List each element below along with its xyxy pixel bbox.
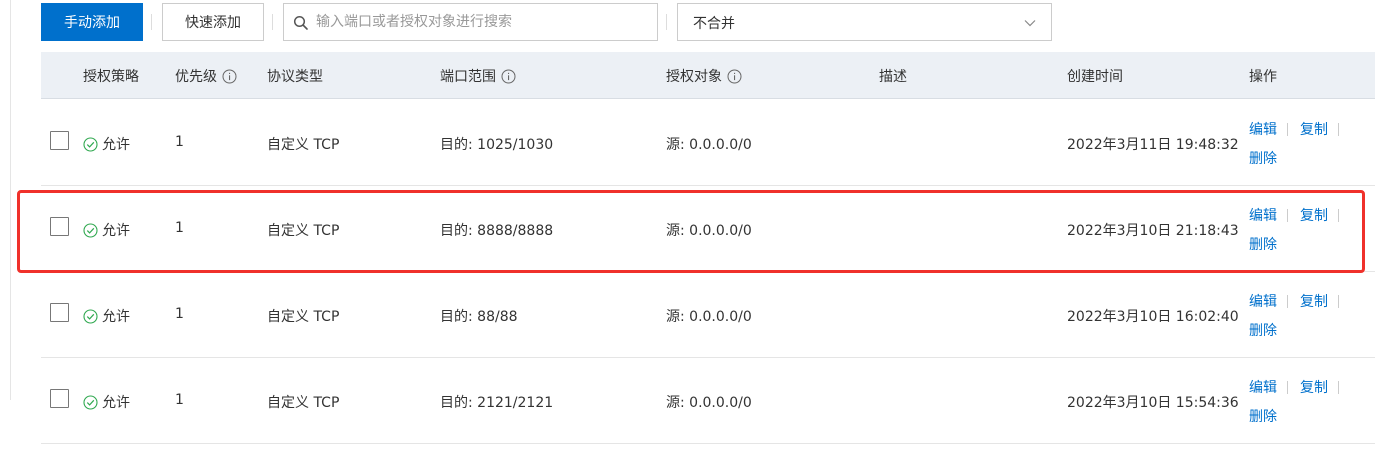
- search-input[interactable]: [316, 4, 646, 40]
- action-separator: [1287, 380, 1288, 394]
- auth-object-cell: 源: 0.0.0.0/0: [666, 309, 752, 325]
- edit-link[interactable]: 编辑: [1249, 119, 1277, 139]
- protocol-cell: 自定义 TCP: [267, 309, 340, 325]
- info-icon[interactable]: [222, 69, 237, 84]
- policy-cell: 允许: [83, 220, 130, 240]
- action-separator: [1287, 208, 1288, 222]
- column-header-auth-object: 授权对象: [666, 66, 742, 86]
- auth-object-cell: 源: 0.0.0.0/0: [666, 395, 752, 411]
- column-header-actions: 操作: [1249, 69, 1277, 85]
- table-row: 允许 1 自定义 TCP 目的: 2121/2121 源: 0.0.0.0/0 …: [41, 358, 1375, 444]
- delete-link[interactable]: 删除: [1249, 237, 1277, 253]
- check-circle-icon: [83, 136, 98, 152]
- check-circle-icon: [83, 222, 98, 238]
- search-icon: [293, 15, 308, 30]
- action-separator: [1287, 294, 1288, 308]
- chevron-down-icon: [1024, 20, 1036, 27]
- merge-select[interactable]: 不合并: [677, 3, 1052, 41]
- protocol-cell: 自定义 TCP: [267, 137, 340, 153]
- port-range-cell: 目的: 2121/2121: [440, 395, 554, 411]
- column-header-policy: 授权策略: [83, 69, 139, 85]
- delete-link[interactable]: 删除: [1249, 409, 1277, 425]
- copy-link[interactable]: 复制: [1300, 119, 1328, 139]
- info-icon[interactable]: [501, 69, 516, 84]
- port-range-cell: 目的: 8888/8888: [440, 223, 554, 239]
- column-header-created-time: 创建时间: [1067, 69, 1123, 85]
- column-header-port-range: 端口范围: [440, 66, 516, 86]
- edit-link[interactable]: 编辑: [1249, 377, 1277, 397]
- table-header: 授权策略 优先级 协议类型 端口范围 授权对象 描述 创建时间 操作: [41, 52, 1375, 99]
- row-checkbox[interactable]: [50, 389, 69, 408]
- row-checkbox[interactable]: [50, 217, 69, 236]
- policy-cell: 允许: [83, 306, 130, 326]
- action-separator: [1338, 122, 1339, 136]
- info-icon[interactable]: [727, 69, 742, 84]
- action-separator: [1338, 208, 1339, 222]
- created-time-cell: 2022年3月11日 19:48:32: [1067, 137, 1239, 153]
- toolbar-separator: [272, 14, 273, 30]
- row-actions: 编辑 复制 删除: [1249, 290, 1369, 342]
- edit-link[interactable]: 编辑: [1249, 291, 1277, 311]
- copy-link[interactable]: 复制: [1300, 291, 1328, 311]
- action-separator: [1338, 294, 1339, 308]
- priority-cell: 1: [175, 306, 184, 322]
- action-separator: [1287, 122, 1288, 136]
- row-actions: 编辑 复制 删除: [1249, 204, 1369, 256]
- merge-select-value: 不合并: [693, 16, 735, 32]
- column-header-protocol: 协议类型: [267, 69, 323, 85]
- policy-cell: 允许: [83, 392, 130, 412]
- protocol-cell: 自定义 TCP: [267, 223, 340, 239]
- row-checkbox[interactable]: [50, 131, 69, 150]
- table-row: 允许 1 自定义 TCP 目的: 1025/1030 源: 0.0.0.0/0 …: [41, 100, 1375, 186]
- row-actions: 编辑 复制 删除: [1249, 118, 1369, 170]
- check-circle-icon: [83, 308, 98, 324]
- auth-object-cell: 源: 0.0.0.0/0: [666, 223, 752, 239]
- toolbar-separator: [151, 14, 152, 30]
- policy-cell: 允许: [83, 134, 130, 154]
- column-header-description: 描述: [879, 69, 907, 85]
- row-actions: 编辑 复制 删除: [1249, 376, 1369, 428]
- copy-link[interactable]: 复制: [1300, 377, 1328, 397]
- created-time-cell: 2022年3月10日 16:02:40: [1067, 309, 1239, 325]
- row-checkbox[interactable]: [50, 303, 69, 322]
- toolbar: 手动添加 快速添加 不合并: [41, 3, 1381, 41]
- auth-object-cell: 源: 0.0.0.0/0: [666, 137, 752, 153]
- protocol-cell: 自定义 TCP: [267, 395, 340, 411]
- priority-cell: 1: [175, 134, 184, 150]
- left-divider: [10, 0, 11, 400]
- check-circle-icon: [83, 394, 98, 410]
- scrollbar-track[interactable]: [1375, 0, 1387, 449]
- action-separator: [1338, 380, 1339, 394]
- column-header-priority: 优先级: [175, 66, 237, 86]
- priority-cell: 1: [175, 392, 184, 408]
- created-time-cell: 2022年3月10日 15:54:36: [1067, 395, 1239, 411]
- created-time-cell: 2022年3月10日 21:18:43: [1067, 223, 1239, 239]
- priority-cell: 1: [175, 220, 184, 236]
- quick-add-button[interactable]: 快速添加: [162, 3, 264, 41]
- edit-link[interactable]: 编辑: [1249, 205, 1277, 225]
- table-row: 允许 1 自定义 TCP 目的: 88/88 源: 0.0.0.0/0 2022…: [41, 272, 1375, 358]
- search-box: [283, 3, 658, 41]
- port-range-cell: 目的: 88/88: [440, 309, 518, 325]
- delete-link[interactable]: 删除: [1249, 151, 1277, 167]
- delete-link[interactable]: 删除: [1249, 323, 1277, 339]
- port-range-cell: 目的: 1025/1030: [440, 137, 554, 153]
- table-row: 允许 1 自定义 TCP 目的: 8888/8888 源: 0.0.0.0/0 …: [41, 186, 1375, 272]
- manual-add-button[interactable]: 手动添加: [41, 3, 143, 41]
- toolbar-separator: [666, 14, 667, 30]
- copy-link[interactable]: 复制: [1300, 205, 1328, 225]
